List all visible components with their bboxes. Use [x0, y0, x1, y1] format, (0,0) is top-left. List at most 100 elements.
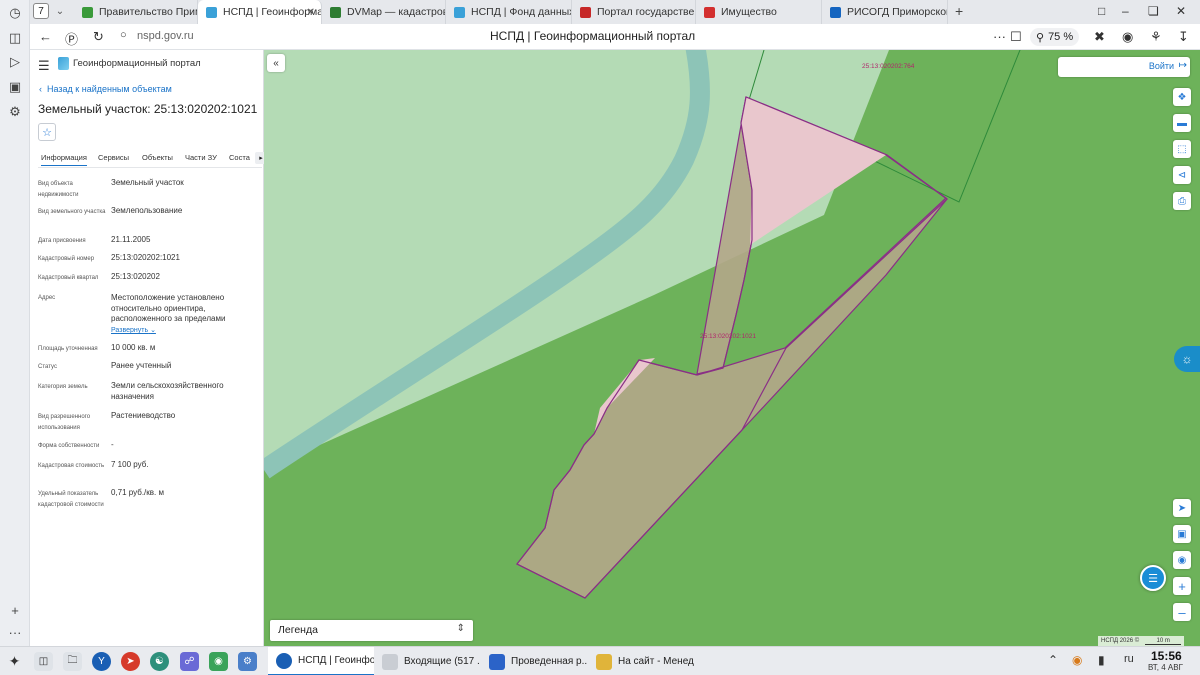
restore-icon[interactable]: ❏: [1148, 4, 1159, 18]
attr-label: Вид земельного участка: [38, 209, 106, 215]
attr-label: Форма собственности: [38, 443, 100, 449]
tab-risogd[interactable]: РИСОГД Приморского кр: [822, 0, 948, 24]
folder-icon[interactable]: 🗀: [63, 652, 82, 671]
location-pin-icon[interactable]: ◉: [1173, 551, 1191, 569]
more-menu-icon[interactable]: ···: [993, 29, 1006, 44]
yandex-icon[interactable]: Ⓟ: [65, 29, 78, 48]
collections-icon[interactable]: ◫: [7, 30, 23, 46]
chat-icon[interactable]: ☰: [1140, 565, 1166, 591]
language-indicator[interactable]: ru: [1124, 653, 1134, 665]
map-attribution: НСПД 2026 © 10 m: [1098, 636, 1185, 646]
bookmark-icon[interactable]: □: [1098, 4, 1105, 18]
scale-bar: 10 m: [1145, 638, 1182, 645]
history-icon[interactable]: ◷: [7, 5, 23, 21]
taskbar-window-browser[interactable]: НСПД | Геоинфо...: [268, 647, 374, 675]
app-icon[interactable]: ➤: [121, 652, 140, 671]
start-star-icon[interactable]: ✦: [5, 652, 24, 671]
login-button[interactable]: Войти ↦: [1058, 57, 1190, 77]
battery-icon[interactable]: ▮: [1098, 653, 1105, 667]
login-icon: ↦: [1178, 60, 1187, 71]
new-tab-button[interactable]: +: [955, 3, 963, 19]
zoom-out-button[interactable]: –: [1173, 603, 1191, 621]
tab-services[interactable]: Сервисы: [98, 153, 129, 162]
assistant-tab-icon[interactable]: ☼: [1174, 346, 1200, 372]
app-icon[interactable]: ◉: [209, 652, 228, 671]
notification-icon[interactable]: ◉: [1072, 653, 1082, 667]
extension-icon[interactable]: ✖: [1094, 29, 1105, 45]
play-icon[interactable]: ▷: [7, 54, 23, 70]
download-icon[interactable]: ↧: [1178, 29, 1189, 45]
attr-value: 10 000 кв. м: [111, 343, 156, 352]
chevron-left-icon: ‹: [39, 84, 47, 94]
tab-pravitelstvo[interactable]: Правительство Приморск: [74, 0, 198, 24]
tab-parts[interactable]: Части ЗУ: [185, 153, 217, 162]
tab-objects[interactable]: Объекты: [142, 153, 173, 162]
calendar-icon[interactable]: ▣: [7, 79, 23, 95]
print-icon[interactable]: ⎙: [1173, 192, 1191, 210]
multitask-icon[interactable]: ◫: [34, 652, 53, 671]
geolocation-icon[interactable]: ➤: [1173, 499, 1191, 517]
object-info-panel: ☰ Геоинформационный портал ‹ Назад к най…: [30, 50, 267, 646]
map-canvas[interactable]: 25:13:020202:764 25:13:020202:1021 « Вой…: [264, 50, 1200, 646]
minimize-icon[interactable]: –: [1122, 4, 1129, 18]
legend-dropdown[interactable]: Легенда ⇕: [270, 620, 473, 641]
window-label: Входящие (517 ...: [404, 656, 480, 667]
login-label: Войти: [1148, 61, 1174, 71]
tab-information[interactable]: Информация: [41, 153, 87, 166]
attr-label: Кадастровый номер: [38, 256, 95, 262]
menu-icon[interactable]: ☰: [38, 58, 50, 74]
tab-imushchestvo[interactable]: Имущество: [696, 0, 822, 24]
close-icon[interactable]: ✕: [307, 7, 315, 18]
tab-nspd-fund[interactable]: НСПД | Фонд данных гос: [446, 0, 572, 24]
expand-address-link[interactable]: Развернуть ⌄: [111, 326, 156, 334]
tab-nspd-active[interactable]: НСПД | Геоинформацио ✕: [198, 0, 322, 24]
settings-icon[interactable]: ⚙: [238, 652, 257, 671]
attr-label: Дата присвоения: [38, 238, 86, 244]
tab-dvmap[interactable]: DVMap — кадастровая к: [322, 0, 446, 24]
tab-gosportal[interactable]: Портал государственны: [572, 0, 696, 24]
tab-list-chevron-icon[interactable]: ⌄: [52, 3, 68, 19]
attr-value: Ранее учтенный: [111, 361, 172, 370]
layers-icon[interactable]: ❖: [1173, 88, 1191, 106]
url-field[interactable]: nspd.gov.ru: [137, 30, 194, 42]
more-icon[interactable]: ···: [7, 624, 23, 640]
reload-icon[interactable]: ↻: [93, 29, 104, 45]
extensions-icon[interactable]: ⚘: [1150, 29, 1162, 45]
tab-counter[interactable]: 7: [33, 3, 49, 19]
add-icon[interactable]: +: [7, 602, 23, 618]
lock-icon[interactable]: ○: [120, 29, 127, 41]
basemap-icon[interactable]: ▬: [1173, 114, 1191, 132]
taskbar-window-document[interactable]: Проведенная р...: [481, 647, 587, 675]
zoom-icon: ⚲: [1036, 31, 1045, 44]
share-icon[interactable]: ⊲: [1173, 166, 1191, 184]
zoom-indicator[interactable]: ⚲ 75 %: [1030, 28, 1080, 46]
taskbar-window-mail[interactable]: Входящие (517 ...: [374, 647, 480, 675]
site-icon: [82, 6, 93, 18]
map-layer: 25:13:020202:764 25:13:020202:1021: [264, 50, 1200, 646]
back-arrow-icon[interactable]: ←: [39, 29, 52, 44]
taskbar-window-folder[interactable]: На сайт - Менед...: [588, 647, 694, 675]
back-to-results-link[interactable]: ‹ Назад к найденным объектам: [39, 84, 172, 94]
app-icon[interactable]: ☯: [150, 652, 169, 671]
attr-label: Категория земель: [38, 384, 88, 390]
bookmark-icon[interactable]: ☐: [1010, 29, 1022, 45]
measure-icon[interactable]: ⬚: [1173, 140, 1191, 158]
minimap-icon[interactable]: ▣: [1173, 525, 1191, 543]
app-icon[interactable]: ☍: [180, 652, 199, 671]
yandex-browser-icon[interactable]: Y: [92, 652, 111, 671]
tab-composition[interactable]: Соста: [229, 153, 250, 162]
favorite-star-icon[interactable]: ☆: [38, 123, 56, 141]
close-window-icon[interactable]: ✕: [1176, 4, 1186, 18]
zoom-in-button[interactable]: +: [1173, 577, 1191, 595]
tabs-divider: [38, 167, 262, 168]
shield-icon[interactable]: ◉: [1122, 29, 1133, 45]
collapse-panel-button[interactable]: «: [267, 54, 285, 72]
tab-label: Имущество: [721, 6, 777, 18]
attr-value: Земли сельскохозяйственного назначения: [111, 381, 224, 401]
attr-value: 25:13:020202: [111, 272, 160, 281]
chevron-up-icon[interactable]: ⌃: [1048, 653, 1058, 667]
legend-label: Легенда: [278, 624, 318, 636]
settings-icon[interactable]: ⚙: [7, 104, 23, 120]
attr-label: Адрес: [38, 295, 56, 301]
attr-value: Местоположение установлено относительно …: [111, 293, 226, 323]
